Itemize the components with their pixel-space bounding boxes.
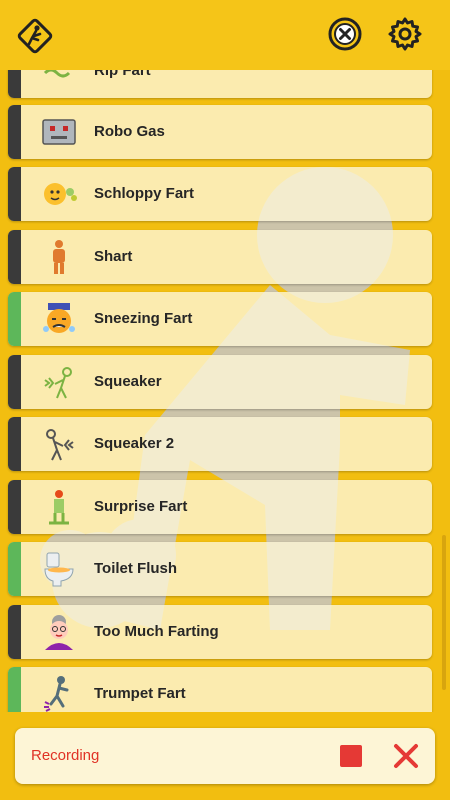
robot-icon <box>39 112 79 152</box>
sound-label: Shart <box>94 248 133 265</box>
list-item-toilet-flush[interactable]: Toilet Flush <box>8 542 432 596</box>
stripe <box>8 480 21 534</box>
sound-label: Toilet Flush <box>94 560 178 577</box>
list-item-squeaker[interactable]: Squeaker <box>8 355 432 409</box>
sound-label: Squeaker 2 <box>94 435 175 452</box>
stick-figure-warning-sign-icon[interactable] <box>15 16 55 56</box>
list-item-sneezing-fart[interactable]: Sneezing Fart <box>8 292 432 346</box>
list-item-rip-fart[interactable]: Rip Fart <box>8 70 432 98</box>
grandma-icon <box>39 612 79 652</box>
circled-x-icon[interactable] <box>327 16 363 52</box>
stripe <box>8 167 21 221</box>
list-item-schloppy-fart[interactable]: Schloppy Fart <box>8 167 432 221</box>
sound-label: Squeaker <box>94 373 162 390</box>
sound-label: Rip Fart <box>94 70 151 79</box>
stripe <box>8 292 21 346</box>
splat-face-icon <box>39 174 79 214</box>
sound-label: Trumpet Fart <box>94 685 186 702</box>
stripe <box>8 605 21 659</box>
sound-label: Too Much Farting <box>94 623 219 640</box>
list-item-surprise-fart[interactable]: Surprise Fart <box>8 480 432 534</box>
sound-label: Schloppy Fart <box>94 185 195 202</box>
stop-recording-button[interactable] <box>340 745 362 767</box>
stripe <box>8 417 21 471</box>
list-item-shart[interactable]: Shart <box>8 230 432 284</box>
sound-label: Surprise Fart <box>94 498 188 515</box>
stripe <box>8 355 21 409</box>
toilet-icon <box>39 549 79 589</box>
top-bar <box>0 0 450 70</box>
stripe <box>8 230 21 284</box>
stripe <box>8 105 21 159</box>
recording-label: Recording <box>31 747 100 764</box>
list-item-squeaker-2[interactable]: Squeaker 2 <box>8 417 432 471</box>
list-item-trumpet-fart[interactable]: Trumpet Fart <box>8 667 432 712</box>
gear-icon[interactable] <box>387 16 423 52</box>
sound-label: Robo Gas <box>94 123 165 140</box>
cancel-recording-icon[interactable] <box>392 742 420 770</box>
stripe <box>8 667 21 712</box>
standing-person-icon <box>39 237 79 277</box>
scrollbar-thumb[interactable] <box>442 535 446 690</box>
rip-fart-icon <box>39 70 79 91</box>
list-item-robo-gas[interactable]: Robo Gas <box>8 105 432 159</box>
stick-person-right-icon <box>39 424 79 464</box>
trumpet-figure-icon <box>39 674 79 712</box>
list-item-too-much-farting[interactable]: Too Much Farting <box>8 605 432 659</box>
sound-label: Sneezing Fart <box>94 310 193 327</box>
green-figure-icon <box>39 487 79 527</box>
stripe <box>8 70 21 98</box>
sound-list[interactable]: Rip Fart Robo Gas Schloppy Fart Shart Sn… <box>0 70 450 712</box>
sneezing-face-icon <box>39 299 79 339</box>
recording-bar: Recording <box>15 728 435 784</box>
stick-person-left-icon <box>39 362 79 402</box>
stripe <box>8 542 21 596</box>
